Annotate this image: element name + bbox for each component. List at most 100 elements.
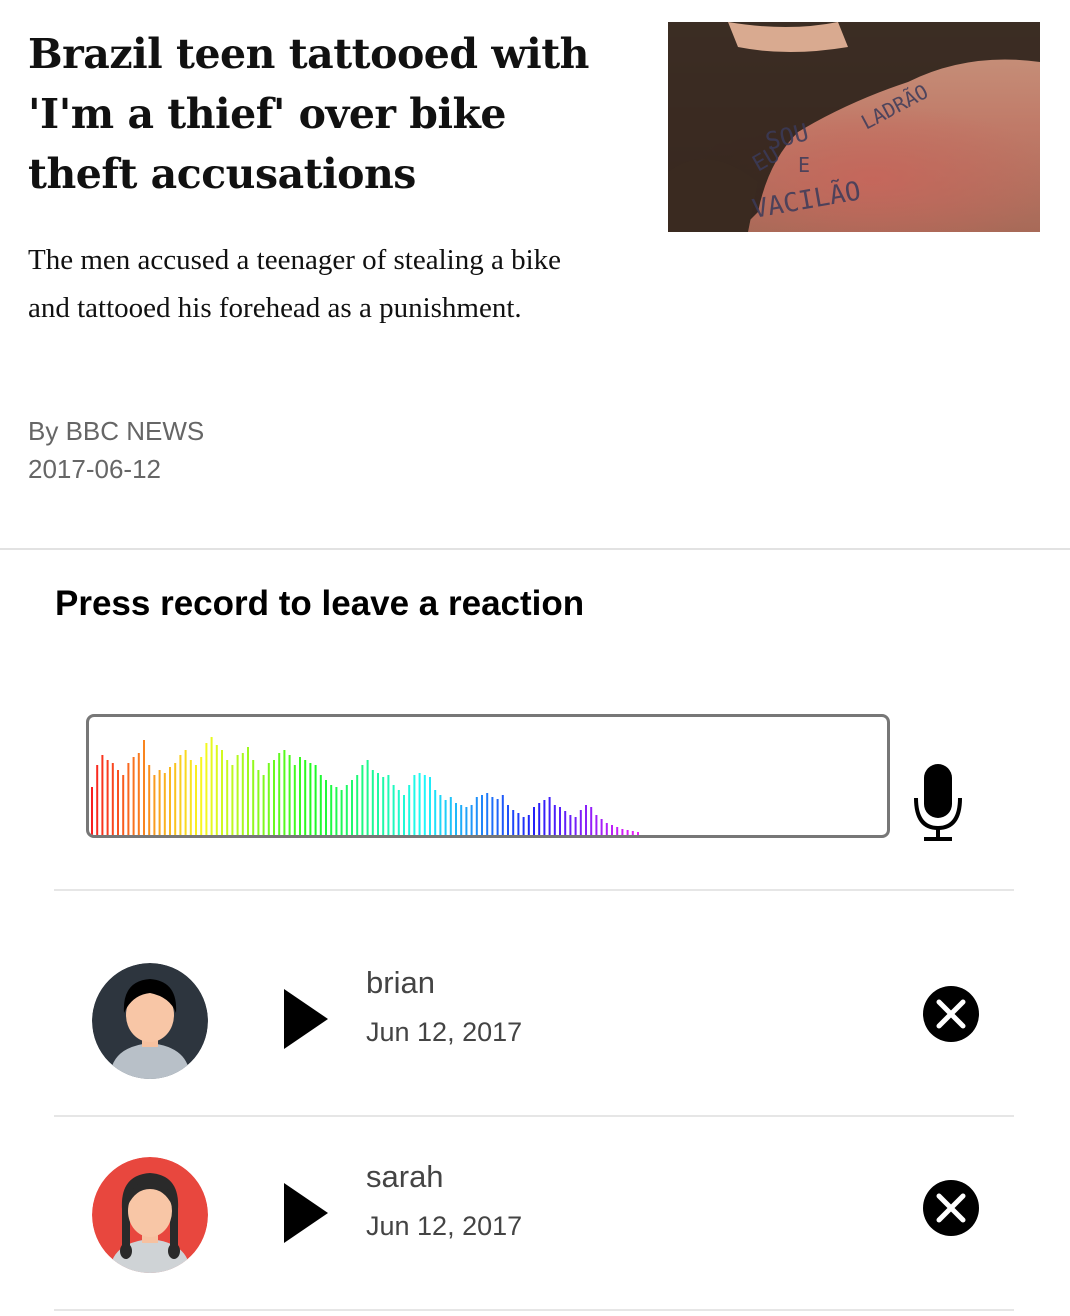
- waveform-bar: [543, 800, 546, 835]
- waveform-bar: [127, 763, 130, 835]
- waveform-bar: [236, 755, 239, 835]
- article-byline: By BBC NEWS: [28, 416, 205, 446]
- waveform-bar: [148, 765, 151, 835]
- waveform-bar: [252, 760, 255, 835]
- waveform-bar: [330, 785, 333, 835]
- waveform-bar: [590, 807, 593, 835]
- reaction-username: brian: [366, 965, 435, 1000]
- waveform-bar: [538, 803, 541, 835]
- waveform-bar: [153, 775, 156, 835]
- reaction-item-sarah: sarah Jun 12, 2017: [54, 1085, 1014, 1279]
- waveform-bar: [205, 743, 208, 835]
- tattoo-text-e: E: [798, 153, 810, 177]
- waveform-bar: [335, 787, 338, 835]
- waveform-bar: [486, 793, 489, 835]
- waveform-bar: [158, 770, 161, 835]
- waveform-bar: [226, 760, 229, 835]
- waveform-bar: [101, 755, 104, 835]
- reaction-item-brian: brian Jun 12, 2017: [54, 891, 1014, 1085]
- waveform-bar: [600, 819, 603, 835]
- waveform-bar: [491, 797, 494, 835]
- waveform-bar: [293, 765, 296, 835]
- waveform-bar: [195, 765, 197, 835]
- waveform-bar: [397, 790, 400, 835]
- waveform-bar: [91, 787, 93, 835]
- waveform-bar: [564, 811, 567, 835]
- play-button[interactable]: [282, 989, 332, 1049]
- waveform-bar: [169, 767, 171, 835]
- waveform-bar: [351, 780, 353, 835]
- waveform-bar: [621, 829, 624, 835]
- waveform-bar: [595, 815, 598, 835]
- waveform-bar: [444, 800, 447, 835]
- waveform-bar: [465, 807, 468, 835]
- avatar: [92, 1157, 208, 1273]
- waveform-bar: [512, 810, 515, 835]
- waveform-bar: [189, 760, 192, 835]
- waveform-bar: [559, 807, 561, 835]
- waveform-bar: [283, 750, 286, 835]
- waveform-bar: [548, 797, 551, 835]
- waveform-bar: [345, 785, 348, 835]
- article-meta: By BBC NEWS 2017-06-12: [28, 412, 204, 488]
- reaction-date: Jun 12, 2017: [366, 1017, 523, 1047]
- waveform-bar: [585, 805, 587, 835]
- waveform-bar: [475, 797, 478, 835]
- reaction-date: Jun 12, 2017: [366, 1211, 523, 1241]
- waveform-bar: [163, 773, 166, 835]
- waveform-bar: [143, 740, 145, 835]
- waveform-bar: [481, 795, 483, 835]
- waveform-bar: [418, 773, 421, 835]
- waveform-bar: [117, 770, 119, 835]
- waveform-bar: [247, 747, 249, 835]
- waveform-bar: [423, 775, 426, 835]
- waveform-bar: [262, 775, 265, 835]
- waveform-bar: [210, 737, 213, 835]
- waveform-bar: [392, 785, 395, 835]
- waveform-bar: [434, 790, 437, 835]
- waveform-bar: [387, 775, 390, 835]
- play-icon: [284, 1183, 328, 1243]
- waveform-bar: [579, 810, 582, 835]
- waveform-bar: [299, 757, 301, 835]
- waveform-bar: [470, 805, 473, 835]
- waveform-bar: [382, 777, 385, 835]
- close-circle-icon: [923, 986, 979, 1042]
- waveform-bar: [179, 755, 182, 835]
- waveform-bar: [460, 805, 463, 835]
- microphone-icon[interactable]: [912, 760, 964, 842]
- waveform-bar: [132, 757, 135, 835]
- waveform-bar: [501, 795, 504, 835]
- waveform-bar: [611, 825, 613, 835]
- article-thumbnail[interactable]: EU SOU LADRÃO E VACILÃO: [668, 22, 1040, 232]
- waveform-bar: [122, 775, 125, 835]
- waveform-bar: [413, 775, 416, 835]
- thumbnail-image: EU SOU LADRÃO E VACILÃO: [668, 22, 1040, 232]
- waveform-bar: [184, 750, 187, 835]
- waveform-bar: [366, 760, 369, 835]
- waveform-bar: [319, 775, 322, 835]
- delete-button[interactable]: [922, 1179, 980, 1237]
- delete-button[interactable]: [922, 985, 980, 1043]
- article-summary: The men accused a teenager of stealing a…: [28, 244, 562, 324]
- section-divider: [0, 548, 1070, 550]
- waveform-bar: [361, 765, 364, 835]
- waveform-bar: [314, 765, 317, 835]
- waveform-bar: [221, 750, 223, 835]
- waveform-bar: [429, 777, 431, 835]
- waveform-bar: [340, 790, 343, 835]
- waveform-bar: [626, 830, 629, 835]
- article-card[interactable]: Brazil teen tattooed with 'I'm a thief' …: [0, 0, 1070, 548]
- waveform-bar: [377, 773, 379, 835]
- waveform-bar: [231, 765, 234, 835]
- waveform-bar: [496, 799, 499, 835]
- play-icon: [284, 989, 328, 1049]
- article-headline[interactable]: Brazil teen tattooed with 'I'm a thief' …: [28, 24, 628, 204]
- waveform-bar: [631, 831, 634, 835]
- waveform-bar: [527, 815, 530, 835]
- waveform-bar: [616, 827, 619, 835]
- play-button[interactable]: [282, 1183, 332, 1243]
- waveform-bar: [574, 817, 577, 835]
- reaction-prompt: Press record to leave a reaction: [55, 584, 585, 623]
- reaction-username: sarah: [366, 1159, 444, 1194]
